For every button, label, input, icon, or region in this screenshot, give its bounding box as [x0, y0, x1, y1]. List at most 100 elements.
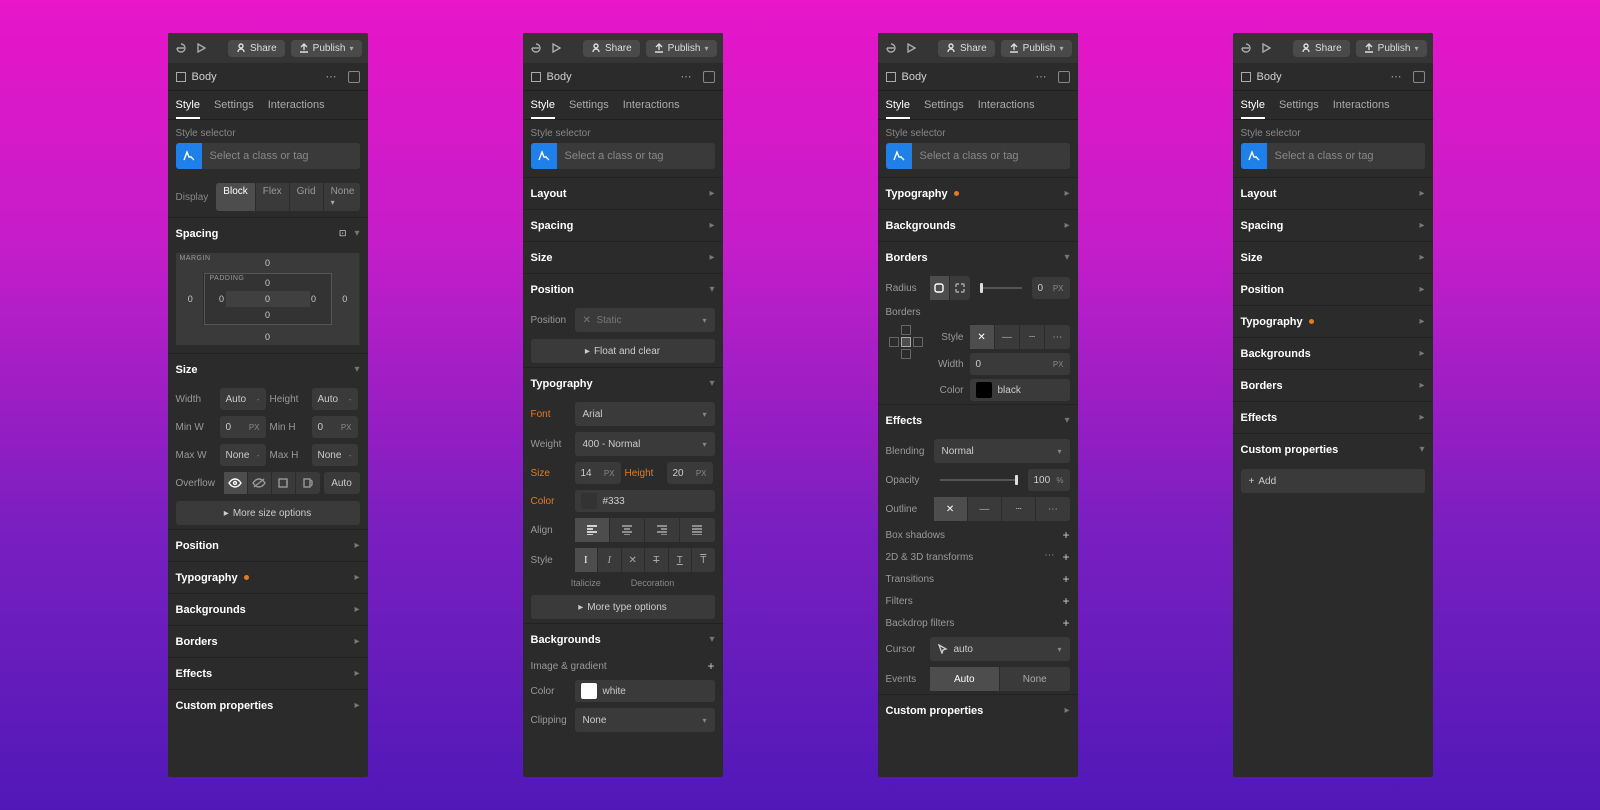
add-backdrop-button[interactable]: + — [1062, 616, 1069, 630]
align-justify-icon[interactable] — [680, 518, 714, 542]
tab-interactions[interactable]: Interactions — [1333, 99, 1390, 119]
spacing-icon[interactable]: ⊡ — [339, 228, 347, 239]
position-select[interactable]: ✕ Static▾ — [575, 308, 715, 332]
align-center-icon[interactable] — [610, 518, 645, 542]
maxw-input[interactable]: None- — [220, 444, 266, 466]
align-right-icon[interactable] — [645, 518, 680, 542]
share-button[interactable]: Share — [228, 40, 285, 57]
back-icon[interactable] — [174, 41, 188, 55]
component-icon[interactable] — [348, 71, 360, 83]
typography-header[interactable]: Typography▸ — [878, 177, 1078, 209]
share-button[interactable]: Share — [938, 40, 995, 57]
style-none-icon[interactable]: ✕ — [622, 548, 646, 572]
events-auto[interactable]: Auto — [930, 667, 1001, 691]
spacing-header[interactable]: Spacing▸ — [1233, 209, 1433, 241]
display-none[interactable]: None ▾ — [324, 183, 360, 211]
radius-all-icon[interactable] — [930, 276, 951, 300]
layout-header[interactable]: Layout▸ — [523, 177, 723, 209]
more-size-button[interactable]: ▸More size options — [176, 501, 360, 525]
class-picker[interactable]: Select a class or tag — [1241, 143, 1425, 169]
class-picker[interactable]: Select a class or tag — [176, 143, 360, 169]
class-picker[interactable]: Select a class or tag — [531, 143, 715, 169]
position-header[interactable]: Position▸ — [1233, 273, 1433, 305]
bgcolor-input[interactable]: white — [575, 680, 715, 702]
more-icon[interactable]: ⋯ — [1391, 70, 1403, 83]
style-overline-icon[interactable]: T — [692, 548, 715, 572]
tab-settings[interactable]: Settings — [1279, 99, 1319, 119]
spacing-editor[interactable]: MARGIN PADDING 0 0 0 0 0 0 0 0 0 — [176, 253, 360, 345]
backgrounds-header[interactable]: Backgrounds▸ — [1233, 337, 1433, 369]
outline-none-icon[interactable]: ✕ — [934, 497, 968, 521]
fontsize-input[interactable]: 14PX — [575, 462, 621, 484]
maxh-input[interactable]: None- — [312, 444, 358, 466]
component-icon[interactable] — [1058, 71, 1070, 83]
borders-header[interactable]: Borders▸ — [1233, 369, 1433, 401]
play-icon[interactable] — [904, 41, 918, 55]
minh-input[interactable]: 0PX — [312, 416, 358, 438]
overflow-auto-icon[interactable] — [296, 472, 320, 494]
tab-settings[interactable]: Settings — [569, 99, 609, 119]
display-flex[interactable]: Flex — [256, 183, 290, 211]
publish-button[interactable]: Publish▾ — [291, 40, 362, 57]
add-filter-button[interactable]: + — [1062, 594, 1069, 608]
font-select[interactable]: Arial▾ — [575, 402, 715, 426]
opacity-input[interactable]: 100% — [1028, 469, 1070, 491]
outline-solid-icon[interactable]: — — [968, 497, 1002, 521]
border-solid-icon[interactable]: — — [995, 325, 1020, 349]
transforms-more-icon[interactable]: ⋯ — [1044, 550, 1054, 564]
style-underline-icon[interactable]: T — [669, 548, 693, 572]
layout-header[interactable]: Layout▸ — [1233, 177, 1433, 209]
back-icon[interactable] — [884, 41, 898, 55]
weight-select[interactable]: 400 - Normal▾ — [575, 432, 715, 456]
lineheight-input[interactable]: 20PX — [667, 462, 713, 484]
share-button[interactable]: Share — [583, 40, 640, 57]
tab-interactions[interactable]: Interactions — [978, 99, 1035, 119]
border-dotted-icon[interactable]: ⋯ — [1045, 325, 1069, 349]
typography-header[interactable]: Typography▸ — [168, 561, 368, 593]
tab-style[interactable]: Style — [1241, 99, 1265, 119]
radius-individual-icon[interactable] — [950, 276, 970, 300]
class-picker[interactable]: Select a class or tag — [886, 143, 1070, 169]
float-clear-button[interactable]: ▸Float and clear — [531, 339, 715, 363]
add-custom-button[interactable]: +Add — [1241, 469, 1425, 493]
overflow-visible-icon[interactable] — [224, 472, 248, 494]
radius-input[interactable]: 0PX — [1032, 277, 1070, 299]
tab-settings[interactable]: Settings — [924, 99, 964, 119]
display-block[interactable]: Block — [216, 183, 255, 211]
backgrounds-header[interactable]: Backgrounds▾ — [523, 623, 723, 655]
opacity-slider[interactable] — [940, 479, 1018, 481]
size-header[interactable]: Size▸ — [1233, 241, 1433, 273]
add-shadow-button[interactable]: + — [1062, 528, 1069, 542]
size-header[interactable]: Size▸ — [523, 241, 723, 273]
tab-interactions[interactable]: Interactions — [268, 99, 325, 119]
back-icon[interactable] — [529, 41, 543, 55]
add-image-button[interactable]: + — [707, 659, 714, 673]
typography-header[interactable]: Typography▾ — [523, 367, 723, 399]
outline-dotted-icon[interactable]: ⋯ — [1036, 497, 1069, 521]
effects-header[interactable]: Effects▸ — [168, 657, 368, 689]
more-icon[interactable]: ⋯ — [326, 70, 338, 83]
border-side-picker[interactable] — [886, 325, 926, 359]
tab-interactions[interactable]: Interactions — [623, 99, 680, 119]
border-dashed-icon[interactable]: ┄ — [1020, 325, 1045, 349]
effects-header[interactable]: Effects▸ — [1233, 401, 1433, 433]
tab-style[interactable]: Style — [886, 99, 910, 119]
add-transition-button[interactable]: + — [1062, 572, 1069, 586]
publish-button[interactable]: Publish▾ — [1001, 40, 1072, 57]
radius-slider[interactable] — [980, 287, 1022, 289]
overflow-hidden-icon[interactable] — [248, 472, 272, 494]
custom-header[interactable]: Custom properties▾ — [1233, 433, 1433, 465]
cursor-select[interactable]: auto▾ — [930, 637, 1070, 661]
events-none[interactable]: None — [1000, 667, 1070, 691]
tab-style[interactable]: Style — [176, 99, 200, 119]
backgrounds-header[interactable]: Backgrounds▸ — [168, 593, 368, 625]
style-regular-icon[interactable]: I — [575, 548, 599, 572]
component-icon[interactable] — [703, 71, 715, 83]
custom-header[interactable]: Custom properties▸ — [878, 694, 1078, 726]
add-transform-button[interactable]: + — [1062, 550, 1069, 564]
position-header[interactable]: Position▸ — [168, 529, 368, 561]
more-icon[interactable]: ⋯ — [1036, 70, 1048, 83]
height-input[interactable]: Auto- — [312, 388, 358, 410]
effects-header[interactable]: Effects▾ — [878, 404, 1078, 436]
align-left-icon[interactable] — [575, 518, 610, 542]
